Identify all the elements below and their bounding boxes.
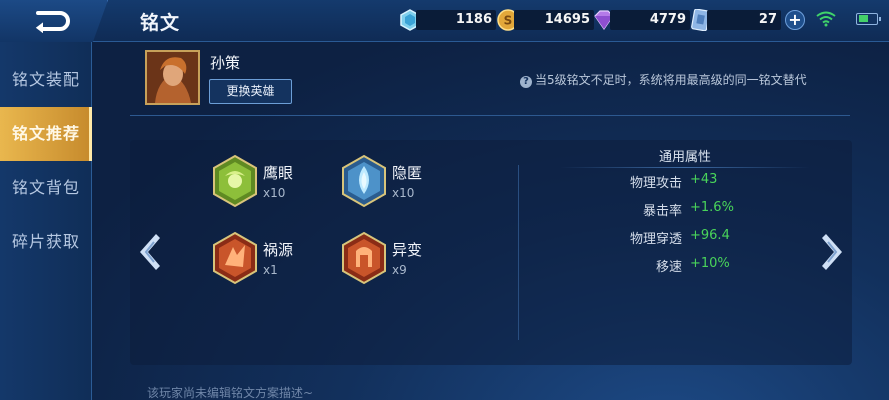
rune-count: x1 <box>263 263 278 277</box>
gold-resource: S 14695 <box>496 8 594 32</box>
rune-name: 鹰眼 <box>263 164 294 182</box>
attributes-title-underline <box>560 167 810 168</box>
gold-count: 14695 <box>514 10 594 30</box>
rune-item[interactable]: 异变 x9 <box>340 231 460 291</box>
attribute-row: 物理穿透 +96.4 <box>520 228 850 248</box>
rune-count: x10 <box>392 186 415 200</box>
plan-description: 该玩家尚未编辑铭文方案描述~ <box>147 386 314 400</box>
rune-count: x9 <box>392 263 407 277</box>
battery-icon <box>856 13 881 25</box>
panel-divider <box>518 165 519 340</box>
rune-name: 祸源 <box>263 241 294 259</box>
rune-name: 隐匿 <box>392 164 423 182</box>
attribute-row: 移速 +10% <box>520 256 850 276</box>
attribute-value: +43 <box>690 172 718 187</box>
attribute-row: 物理攻击 +43 <box>520 172 850 192</box>
attribute-value: +1.6% <box>690 200 734 215</box>
crystal-count: 4779 <box>610 10 690 30</box>
hawk-eye-rune-icon <box>213 154 257 208</box>
calamity-rune-icon <box>213 231 257 285</box>
hero-name: 孙策 <box>210 54 241 72</box>
svg-text:S: S <box>504 14 513 28</box>
attribute-value: +96.4 <box>690 228 730 243</box>
diamond-resource: 1186 <box>398 8 496 32</box>
voucher-resource: 27 + <box>689 8 805 32</box>
rune-item[interactable]: 隐匿 x10 <box>340 154 460 214</box>
attribute-row: 暴击率 +1.6% <box>520 200 850 220</box>
add-voucher-button[interactable]: + <box>785 10 805 30</box>
attribute-name: 物理攻击 <box>629 176 682 191</box>
mutation-rune-icon <box>342 231 386 285</box>
hero-avatar[interactable] <box>145 50 200 105</box>
attribute-name: 暴击率 <box>642 204 682 219</box>
rune-item[interactable]: 祸源 x1 <box>211 231 331 291</box>
attribute-name: 移速 <box>655 260 682 275</box>
attribute-value: +10% <box>690 256 730 271</box>
attributes-title: 通用属性 <box>658 150 711 165</box>
change-hero-button[interactable]: 更换英雄 <box>209 79 292 104</box>
previous-arrow-icon[interactable] <box>134 230 164 274</box>
sidebar-item-rune-bag[interactable]: 铭文背包 <box>0 161 92 215</box>
diamond-count: 1186 <box>416 10 496 30</box>
rune-name: 异变 <box>392 241 423 259</box>
attribute-name: 物理穿透 <box>629 232 682 247</box>
help-icon: ? <box>520 76 532 88</box>
voucher-count: 27 <box>707 10 781 30</box>
sidebar: 铭文装配 铭文推荐 铭文背包 碎片获取 <box>0 42 92 400</box>
hero-portrait-icon <box>147 52 198 103</box>
divider <box>130 115 850 116</box>
tip-text: 当5级铭文不足时，系统将用最高级的同一铭文替代 <box>535 73 807 87</box>
rune-substitution-tip: ? 当5级铭文不足时，系统将用最高级的同一铭文替代 <box>520 71 807 88</box>
sidebar-item-fragments[interactable]: 碎片获取 <box>0 215 92 269</box>
stealth-rune-icon <box>342 154 386 208</box>
crystal-resource: 4779 <box>592 8 690 32</box>
back-arrow-icon <box>35 11 70 33</box>
rune-item[interactable]: 鹰眼 x10 <box>211 154 331 214</box>
sidebar-item-rune-recommend[interactable]: 铭文推荐 <box>0 107 92 161</box>
back-button[interactable] <box>0 0 108 42</box>
page-title: 铭文 <box>140 12 181 34</box>
rune-count: x10 <box>263 186 286 200</box>
sidebar-item-rune-equip[interactable]: 铭文装配 <box>0 53 92 107</box>
wifi-icon <box>816 11 836 27</box>
